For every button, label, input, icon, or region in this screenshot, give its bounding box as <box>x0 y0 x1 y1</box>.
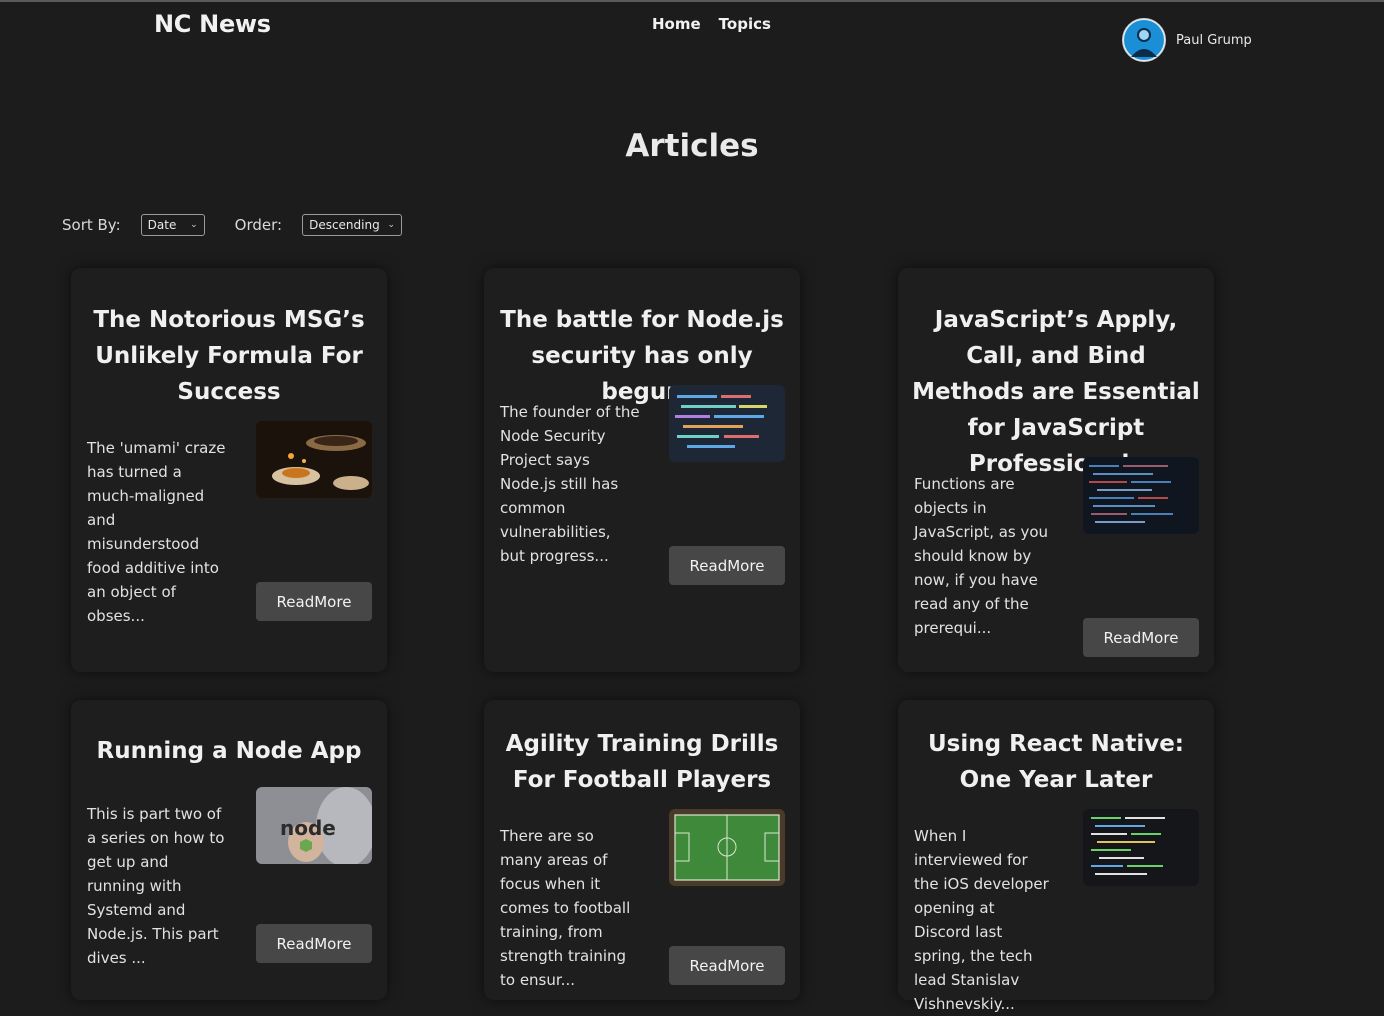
user-profile[interactable]: Paul Grump <box>1122 18 1252 62</box>
svg-text:node: node <box>280 816 336 840</box>
article-card: Agility Training Drills For Football Pla… <box>484 700 800 1000</box>
article-title[interactable]: JavaScript’s Apply, Call, and Bind Metho… <box>910 302 1202 482</box>
football-pitch-image <box>669 809 785 886</box>
order-label: Order: <box>234 216 283 234</box>
read-more-button[interactable]: ReadMore <box>256 582 372 621</box>
food-cooking-image <box>256 421 372 498</box>
article-card: Running a Node App This is part two of a… <box>71 700 387 1000</box>
node-sticker-image: node <box>256 787 372 864</box>
article-description: This is part two of a series on how to g… <box>87 805 225 967</box>
article-description: The 'umami' craze has turned a much-mali… <box>87 439 226 625</box>
top-border <box>0 0 1384 2</box>
sort-controls: Sort By: Date ⌄ Order: Descending ⌄ <box>62 214 403 236</box>
article-card: The battle for Node.js security has only… <box>484 268 800 672</box>
read-more-button[interactable]: ReadMore <box>256 924 372 963</box>
nav-topics-link[interactable]: Topics <box>719 15 771 33</box>
sort-by-value: Date <box>147 218 177 232</box>
site-logo[interactable]: NC News <box>154 10 271 38</box>
main-nav: Home Topics <box>652 15 771 33</box>
article-title[interactable]: The Notorious MSG’s Unlikely Formula For… <box>83 302 375 410</box>
read-more-button[interactable]: ReadMore <box>669 546 785 585</box>
article-title[interactable]: Running a Node App <box>83 733 375 769</box>
article-title[interactable]: Using React Native: One Year Later <box>910 726 1202 798</box>
article-card: Using React Native: One Year Later When … <box>898 700 1214 1013</box>
page-title: Articles <box>625 128 759 164</box>
read-more-button[interactable]: ReadMore <box>1083 618 1199 657</box>
order-select[interactable]: Descending ⌄ <box>302 214 403 236</box>
article-description: The founder of the Node Security Project… <box>500 403 640 565</box>
article-title[interactable]: Agility Training Drills For Football Pla… <box>496 726 788 798</box>
article-description: When I interviewed for the iOS developer… <box>914 827 1049 1013</box>
article-card: JavaScript’s Apply, Call, and Bind Metho… <box>898 268 1214 672</box>
chevron-down-icon: ⌄ <box>190 220 198 230</box>
article-card: The Notorious MSG’s Unlikely Formula For… <box>71 268 387 672</box>
sort-by-label: Sort By: <box>62 216 121 234</box>
user-name: Paul Grump <box>1176 32 1252 48</box>
user-avatar-icon[interactable] <box>1122 18 1166 62</box>
read-more-button[interactable]: ReadMore <box>669 946 785 985</box>
nav-home-link[interactable]: Home <box>652 15 701 33</box>
chevron-down-icon: ⌄ <box>387 220 396 230</box>
article-description: There are so many areas of focus when it… <box>500 827 631 989</box>
code-screen-image <box>1083 457 1199 534</box>
code-screen-image <box>669 385 785 462</box>
article-description: Functions are objects in JavaScript, as … <box>914 475 1049 637</box>
code-editor-image <box>1083 809 1199 886</box>
sort-by-select[interactable]: Date ⌄ <box>140 214 205 236</box>
order-value: Descending <box>309 218 380 232</box>
